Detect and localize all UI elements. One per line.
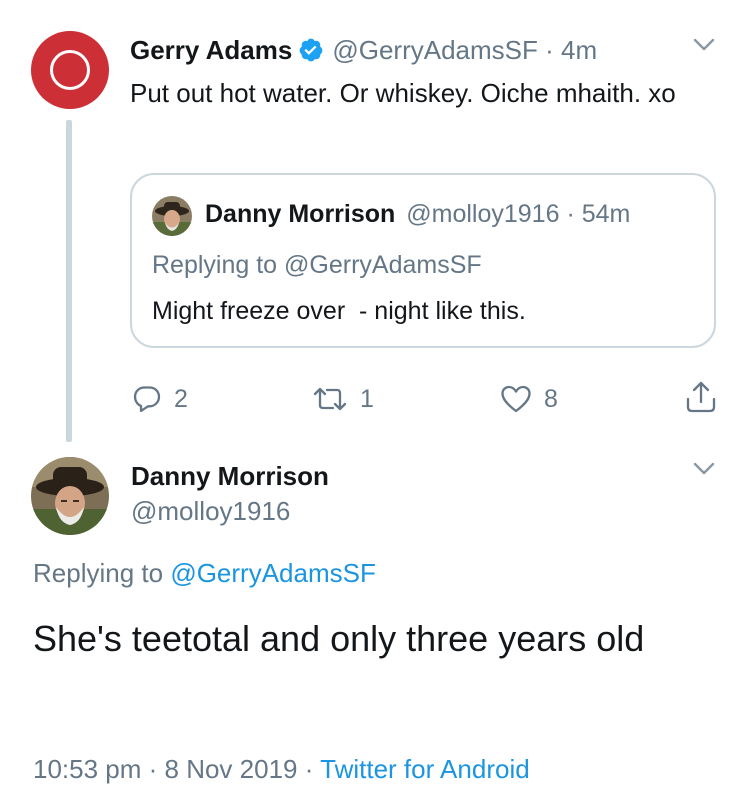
quoted-timestamp[interactable]: 54m	[582, 200, 631, 228]
like-count: 8	[544, 384, 558, 413]
quoted-replying-prefix: Replying to	[152, 251, 285, 279]
avatar-logo-ring	[50, 50, 90, 90]
quoted-tweet-header: Danny Morrison @molloy1916 · 54m	[205, 198, 630, 230]
share-icon[interactable]	[684, 380, 718, 414]
quoted-author-name[interactable]: Danny Morrison	[205, 200, 395, 228]
parent-author-handle[interactable]: @GerryAdamsSF	[332, 35, 538, 65]
parent-timestamp[interactable]: 4m	[561, 35, 597, 65]
retweet-icon	[313, 387, 347, 411]
meta-separator: ·	[141, 754, 165, 784]
heart-icon	[501, 385, 531, 413]
main-tweet-text: She's teetotal and only three years old	[33, 618, 645, 659]
verified-badge-icon	[299, 38, 323, 62]
main-author-name[interactable]: Danny Morrison	[131, 459, 329, 493]
chevron-down-icon[interactable]	[693, 38, 715, 52]
danny-morrison-avatar-small[interactable]	[152, 196, 192, 236]
tweet-source-link[interactable]: Twitter for Android	[320, 754, 530, 784]
like-action[interactable]: 8	[500, 382, 558, 416]
parent-tweet-text: Put out hot water. Or whiskey. Oiche mha…	[130, 78, 676, 108]
main-tweet-time: 10:53 pm	[33, 754, 142, 784]
main-replying-handle-link[interactable]: @GerryAdamsSF	[170, 558, 376, 588]
gerry-adams-avatar[interactable]	[31, 31, 109, 109]
main-replying-to: Replying to @GerryAdamsSF	[33, 556, 376, 590]
quoted-tweet-text: Might freeze over - night like this.	[152, 297, 526, 325]
chevron-down-icon[interactable]	[693, 462, 715, 476]
reply-action[interactable]: 2	[132, 382, 188, 416]
quoted-replying-to: Replying to @GerryAdamsSF	[152, 248, 482, 282]
reply-count: 2	[174, 384, 188, 413]
parent-tweet-header: Gerry Adams @GerryAdamsSF · 4m	[130, 33, 597, 67]
main-author-handle[interactable]: @molloy1916	[131, 494, 290, 528]
main-tweet-date: 8 Nov 2019	[164, 754, 298, 784]
quoted-separator: ·	[559, 200, 582, 228]
quoted-replying-handle: @GerryAdamsSF	[284, 251, 482, 279]
reply-bubble-icon	[133, 386, 161, 413]
main-replying-prefix: Replying to	[33, 558, 171, 588]
parent-author-name[interactable]: Gerry Adams	[130, 35, 292, 65]
header-separator: ·	[537, 35, 561, 65]
thread-connector-line	[66, 120, 72, 442]
main-tweet-meta: 10:53 pm · 8 Nov 2019 · Twitter for Andr…	[33, 752, 530, 786]
retweet-count: 1	[360, 384, 374, 413]
danny-morrison-avatar[interactable]	[31, 457, 109, 535]
retweet-action[interactable]: 1	[312, 382, 374, 416]
quoted-author-handle[interactable]: @molloy1916	[406, 200, 559, 228]
meta-separator-2: ·	[297, 754, 321, 784]
